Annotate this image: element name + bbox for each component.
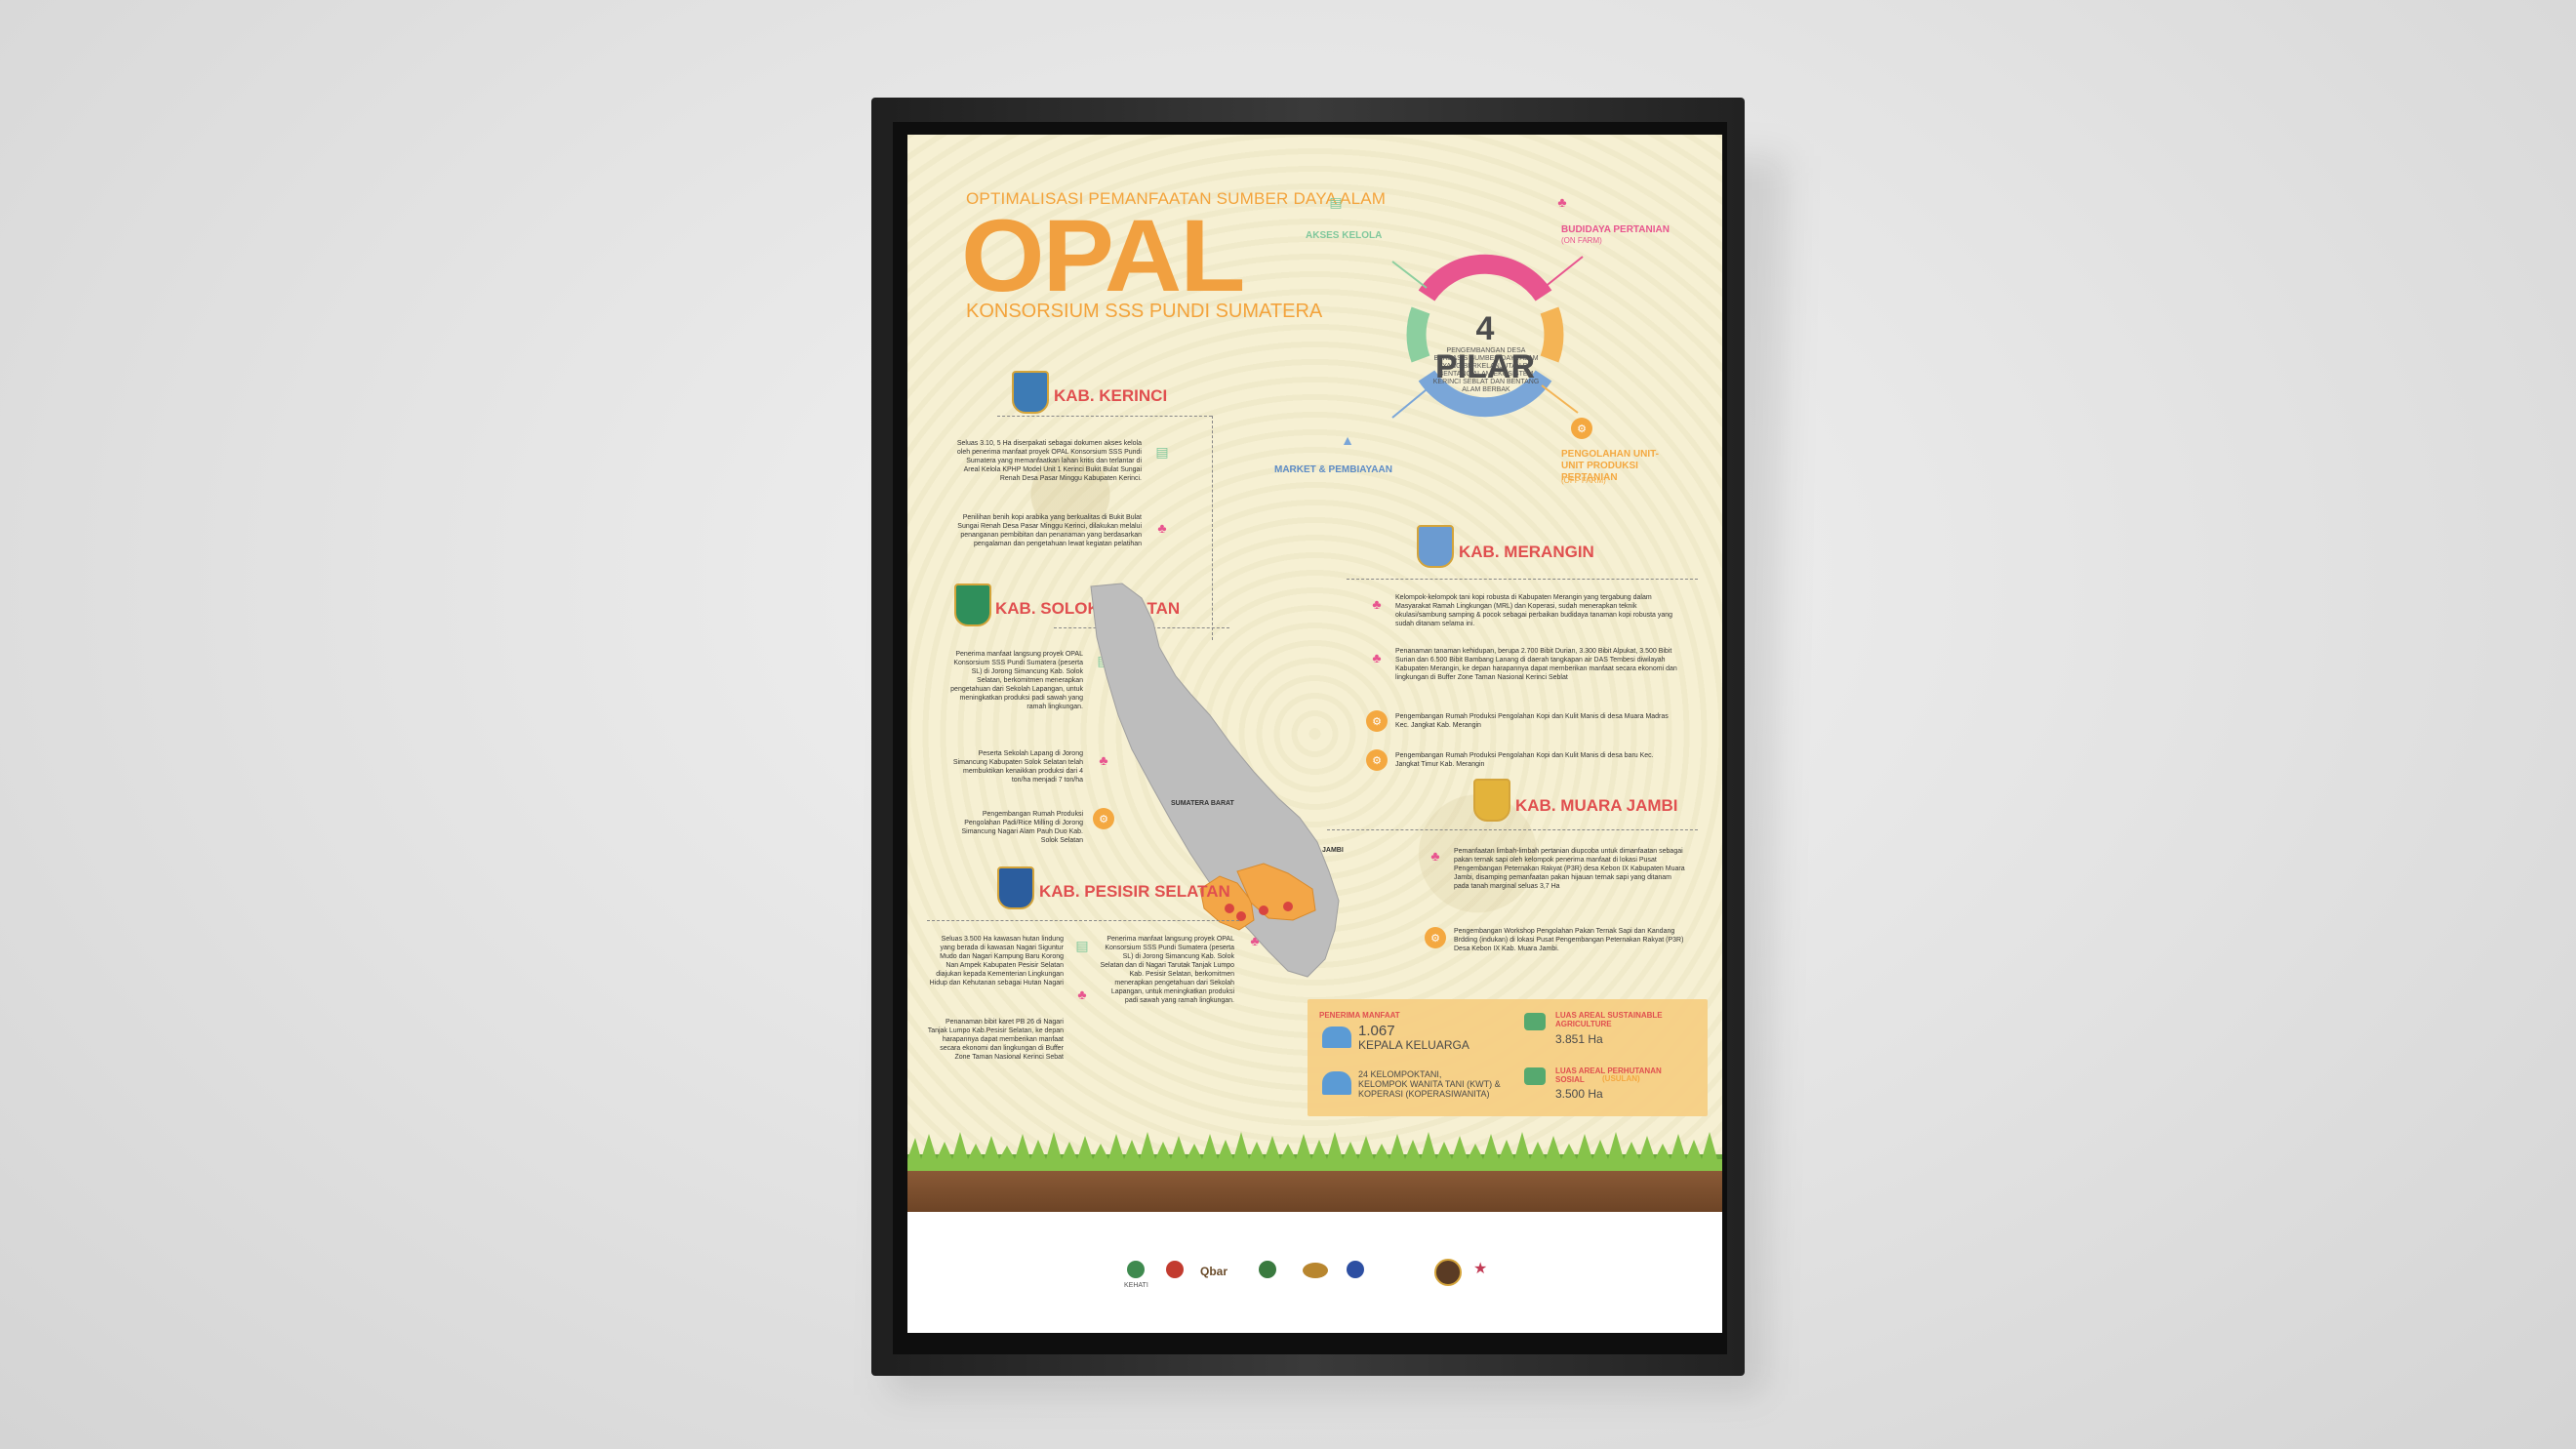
pillar-pengolahan-sub: (OFF FARM): [1561, 476, 1606, 485]
document-icon: ▤: [1329, 193, 1343, 210]
land-icon: [1524, 1067, 1546, 1085]
partner-logo: [1434, 1259, 1462, 1286]
pesisir-selatan-paragraph-2: Penanaman bibit karet PB 26 di Nagari Ta…: [927, 1019, 1064, 1061]
map-pin: [1259, 906, 1268, 915]
farmer-icon: ♣: [1077, 986, 1087, 1002]
star-logo-icon: ★: [1473, 1261, 1488, 1277]
solok-selatan-paragraph-3: Pengembangan Rumah Produksi Pengolahan P…: [961, 811, 1083, 844]
processing-icon: ⚙: [1366, 710, 1388, 732]
pesisir-selatan-heading: KAB. PESISIR SELATAN: [1039, 882, 1230, 901]
pillar-arc-green: [1406, 306, 1430, 363]
solok-selatan-paragraph-1: Penerima manfaat langsung proyek OPAL Ko…: [950, 651, 1083, 710]
partner-logo: [1347, 1261, 1364, 1278]
muara-jambi-heading: KAB. MUARA JAMBI: [1515, 796, 1678, 815]
map-label-jambi: JAMBI: [1322, 847, 1344, 854]
farmer-icon: ♣: [1157, 520, 1167, 536]
pillar-arc-pink: [1418, 254, 1552, 302]
solok-selatan-paragraph-2: Peserta Sekolah Lapang di Jorong Simancu…: [952, 750, 1083, 784]
kerinci-paragraph-1: Seluas 3.10, 5 Ha diserpakati sebagai do…: [956, 440, 1142, 482]
poster-title: OPAL: [961, 199, 1245, 313]
processing-icon: ⚙: [1571, 418, 1592, 439]
luas-areal-sa-title: LUAS AREAL SUSTAINABLE AGRICULTURE: [1555, 1011, 1663, 1028]
qbar-logo: Qbar: [1200, 1265, 1228, 1278]
merangin-paragraph-3: Pengembangan Rumah Produksi Pengolahan K…: [1395, 713, 1669, 729]
pillar-budidaya-sub: (ON FARM): [1561, 236, 1602, 245]
muara-jambi-emblem: [1473, 779, 1510, 822]
kerinci-paragraph-2: Penilihan benih kopi arabika yang berkua…: [957, 514, 1142, 547]
merangin-paragraph-4: Pengembangan Rumah Produksi Pengolahan K…: [1395, 752, 1654, 768]
pillars-description: PENGEMBANGAN DESA BERBASIS SUMBER DAYA A…: [1432, 347, 1540, 393]
muara-jambi-paragraph-2: Pengembangan Workshop Pengolahan Pakan T…: [1454, 928, 1684, 952]
pillar-akses-label: AKSES KELOLA: [1306, 230, 1383, 241]
kerinci-heading: KAB. KERINCI: [1054, 386, 1168, 405]
farmer-icon: ♣: [1372, 650, 1382, 665]
growth-chart-icon: ▲: [1341, 432, 1354, 448]
kepala-keluarga-count: 1.067: [1358, 1023, 1395, 1039]
kelompok-tani-label: KELOMPOK WANITA TANI (KWT) & KOPERASI (K…: [1358, 1079, 1501, 1099]
luas-areal-sa-value: 3.851 Ha: [1555, 1032, 1603, 1046]
map-pin: [1225, 904, 1234, 913]
family-icon: [1322, 1026, 1351, 1048]
land-icon: [1524, 1013, 1546, 1030]
pillar-budidaya-label: BUDIDAYA PERTANIAN: [1561, 224, 1670, 235]
map-pin: [1283, 902, 1293, 911]
partner-logo: [1303, 1263, 1328, 1278]
farmer-icon: ♣: [1557, 194, 1567, 210]
farmer-icon: ♣: [1372, 596, 1382, 612]
merangin-paragraph-2: Penanaman tanaman kehidupan, berupa 2.70…: [1395, 648, 1677, 681]
kehati-logo-text: KEHATI: [1124, 1282, 1148, 1289]
pillar-market-label: MARKET & PEMBIAYAAN: [1274, 464, 1392, 475]
consortium-name: KONSORSIUM SSS PUNDI SUMATERA: [966, 301, 1323, 322]
merangin-paragraph-1: Kelompok-kelompok tani kopi robusta di K…: [1395, 594, 1673, 627]
luas-areal-ps-value: 3.500 Ha: [1555, 1087, 1603, 1101]
pesisir-selatan-paragraph-3: Penerima manfaat langsung proyek OPAL Ko…: [1100, 936, 1235, 1004]
pesisir-selatan-emblem: [997, 866, 1034, 909]
luas-areal-ps-tag: (USULAN): [1602, 1074, 1640, 1083]
farmer-icon: ♣: [1250, 933, 1260, 948]
muara-jambi-paragraph-1: Pemanfaatan limbah-limbah pertanian diup…: [1454, 848, 1685, 890]
solok-selatan-emblem: [954, 584, 991, 626]
kelompok-tani-count: 24 KELOMPOKTANI,: [1358, 1069, 1442, 1079]
farmer-icon: ♣: [1430, 848, 1440, 864]
partner-logo: [1166, 1261, 1184, 1278]
processing-icon: ⚙: [1366, 749, 1388, 771]
merangin-heading: KAB. MERANGIN: [1459, 543, 1594, 561]
poster: OPTIMALISASI PEMANFAATAN SUMBER DAYA ALA…: [907, 135, 1722, 1333]
kehati-logo: [1127, 1261, 1145, 1278]
processing-icon: ⚙: [1425, 927, 1446, 948]
pillar-arc-orange: [1540, 306, 1564, 363]
poster-footer: KEHATI Qbar ★: [907, 1212, 1722, 1333]
pesisir-selatan-paragraph-1: Seluas 3.500 Ha kawasan hutan lindung ya…: [929, 936, 1064, 986]
partner-logo: [1259, 1261, 1276, 1278]
merangin-emblem: [1417, 525, 1454, 568]
kerinci-emblem: [1012, 371, 1049, 414]
document-icon: ▤: [1155, 443, 1169, 460]
kepala-keluarga-label: KEPALA KELUARGA: [1358, 1038, 1469, 1052]
soil-strip: [907, 1171, 1722, 1212]
group-icon: [1322, 1071, 1351, 1095]
map-label-sumatera-barat: SUMATERA BARAT: [1171, 800, 1234, 807]
document-icon: ▤: [1075, 937, 1089, 953]
penerima-manfaat-title: PENERIMA MANFAAT: [1319, 1011, 1400, 1020]
